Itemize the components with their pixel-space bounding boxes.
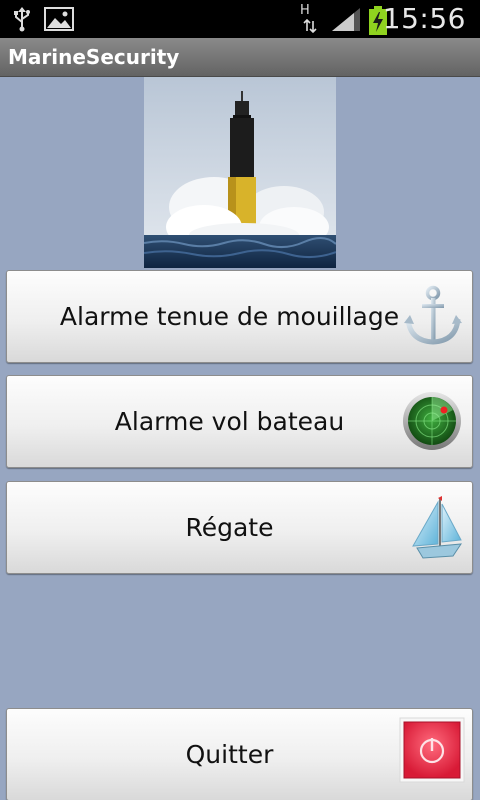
regatta-label: Régate	[185, 513, 274, 542]
regatta-button[interactable]: Régate	[6, 481, 473, 574]
signal-strength-icon	[330, 6, 362, 36]
main-content: Alarme tenue de mouillage Alarme vol bat…	[0, 77, 480, 800]
clock: 15:56	[382, 2, 466, 35]
lighthouse-image	[144, 77, 336, 268]
app-title: MarineSecurity	[8, 45, 180, 69]
status-bar: H 15:56	[0, 0, 480, 38]
power-icon	[399, 717, 465, 787]
theft-alarm-button[interactable]: Alarme vol bateau	[6, 375, 473, 468]
usb-icon	[12, 6, 32, 36]
network-type-label: H	[300, 3, 310, 18]
data-arrows-icon	[303, 18, 317, 37]
radar-icon	[401, 390, 463, 456]
image-notification-icon	[44, 6, 74, 36]
anchor-alarm-button[interactable]: Alarme tenue de mouillage	[6, 270, 473, 363]
quit-button[interactable]: Quitter	[6, 708, 473, 800]
title-bar: MarineSecurity	[0, 38, 480, 77]
sailboat-icon	[405, 494, 465, 566]
anchor-icon	[402, 285, 464, 351]
